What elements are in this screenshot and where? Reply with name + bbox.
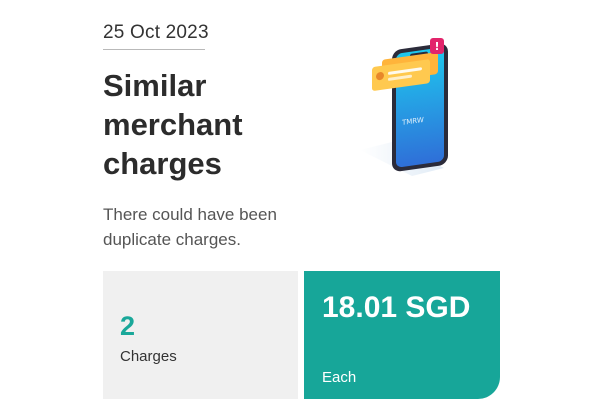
charge-amount-label: Each (322, 369, 357, 386)
date-underline (103, 49, 205, 50)
similar-charges-screen: 25 Oct 2023 Similar merchant charges The… (0, 0, 600, 420)
charges-count-card: 2 Charges (103, 271, 298, 399)
charge-amount: 18.01 SGD (322, 291, 471, 324)
transaction-date: 25 Oct 2023 (103, 22, 209, 43)
charge-amount-card: 18.01 SGD Each (304, 271, 500, 399)
alert-badge-mark: ! (434, 40, 439, 53)
page-title: Similar merchant charges (103, 68, 243, 181)
charges-label: Charges (120, 348, 177, 365)
charges-count: 2 (120, 311, 136, 341)
phone-illustration: TMRW ! (360, 38, 448, 176)
phone-notification-icon: TMRW ! (352, 30, 462, 182)
page-subtitle: There could have been duplicate charges. (103, 205, 277, 249)
